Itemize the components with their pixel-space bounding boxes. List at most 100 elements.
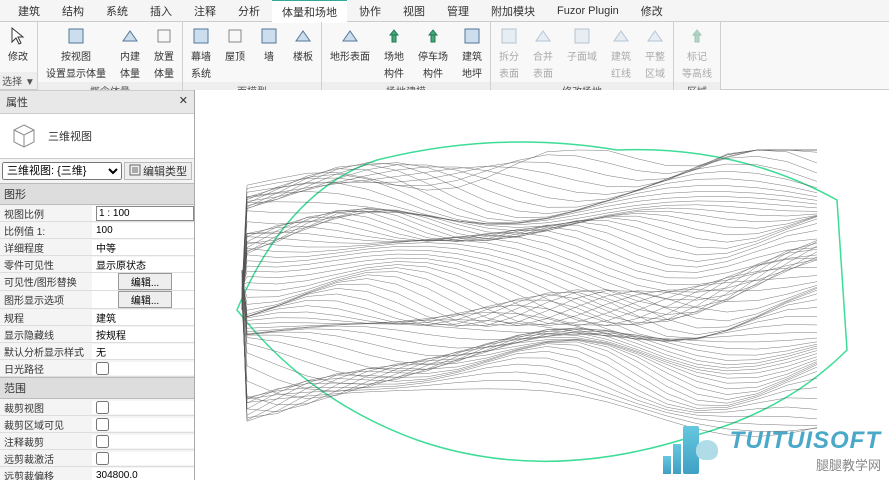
ribbon-tab[interactable]: 管理 bbox=[437, 0, 479, 22]
modify-button[interactable]: 修改 bbox=[4, 24, 32, 65]
property-label: 零件可见性 bbox=[0, 257, 92, 272]
ribbon-button[interactable]: 楼板 bbox=[289, 24, 317, 82]
tool-icon bbox=[154, 26, 174, 46]
property-row: 零件可见性 bbox=[0, 256, 194, 273]
property-label: 远剪裁偏移 bbox=[0, 468, 92, 481]
edit-type-button[interactable]: 编辑类型 bbox=[124, 162, 192, 180]
property-input[interactable] bbox=[96, 327, 194, 342]
property-value[interactable] bbox=[92, 435, 194, 448]
property-label: 裁剪视图 bbox=[0, 400, 92, 415]
type-selector-row: 三维视图: {三维} 编辑类型 bbox=[0, 159, 194, 183]
property-row: 比例值 1: bbox=[0, 222, 194, 239]
drawing-canvas[interactable]: TUITUISOFT 腿腿教学网 bbox=[195, 90, 889, 480]
ribbon-button[interactable]: 屋顶 bbox=[221, 24, 249, 82]
ribbon-tab[interactable]: 修改 bbox=[631, 0, 673, 22]
property-value[interactable] bbox=[92, 327, 194, 342]
ribbon-button[interactable]: 幕墙系统 bbox=[187, 24, 215, 82]
property-value[interactable]: 编辑... bbox=[92, 291, 194, 308]
panel-label-select[interactable]: 选择 ▼ bbox=[0, 72, 37, 89]
property-value[interactable] bbox=[92, 401, 194, 414]
property-label: 远剪裁激活 bbox=[0, 451, 92, 466]
property-row: 裁剪区域可见 bbox=[0, 416, 194, 433]
type-selector[interactable]: 三维视图: {三维} bbox=[2, 162, 122, 180]
property-label: 比例值 1: bbox=[0, 223, 92, 238]
tool-icon bbox=[572, 26, 592, 46]
tool-icon bbox=[340, 26, 360, 46]
edit-button[interactable]: 编辑... bbox=[118, 291, 172, 308]
close-icon[interactable]: ✕ bbox=[179, 94, 188, 110]
ribbon-tab[interactable]: 系统 bbox=[96, 0, 138, 22]
ribbon-tab[interactable]: 体量和场地 bbox=[272, 0, 347, 23]
property-label: 日光路径 bbox=[0, 361, 92, 376]
property-row: 详细程度 bbox=[0, 239, 194, 256]
ribbon-button[interactable]: 停车场构件 bbox=[414, 24, 452, 82]
tool-icon bbox=[687, 26, 707, 46]
ribbon-button[interactable]: 地形表面 bbox=[326, 24, 374, 82]
ribbon-tab[interactable]: 插入 bbox=[140, 0, 182, 22]
property-checkbox[interactable] bbox=[96, 418, 109, 431]
property-input[interactable] bbox=[96, 468, 194, 481]
property-value[interactable] bbox=[92, 452, 194, 465]
tool-icon bbox=[499, 26, 519, 46]
properties-title: 属性 bbox=[6, 94, 28, 110]
tool-icon bbox=[423, 26, 443, 46]
property-value[interactable] bbox=[92, 362, 194, 375]
property-input[interactable] bbox=[96, 206, 194, 221]
ribbon-panel: 修改 选择 ▼ 按视图设置显示体量内建体量放置体量概念体量幕墙系统屋顶墙楼板面模… bbox=[0, 22, 889, 90]
property-value[interactable] bbox=[92, 418, 194, 431]
ribbon-tab[interactable]: 结构 bbox=[52, 0, 94, 22]
property-checkbox[interactable] bbox=[96, 362, 109, 375]
property-label: 注释裁剪 bbox=[0, 434, 92, 449]
tool-icon bbox=[191, 26, 211, 46]
property-checkbox[interactable] bbox=[96, 435, 109, 448]
view-3d-icon bbox=[10, 122, 38, 150]
ribbon-tab[interactable]: 建筑 bbox=[8, 0, 50, 22]
properties-head[interactable]: 三维视图 bbox=[0, 114, 194, 159]
property-value[interactable] bbox=[92, 310, 194, 325]
property-input[interactable] bbox=[96, 223, 194, 238]
property-row: 远剪裁激活 bbox=[0, 450, 194, 467]
property-value[interactable] bbox=[92, 468, 194, 481]
ribbon-button[interactable]: 放置体量 bbox=[150, 24, 178, 82]
property-label: 图形显示选项 bbox=[0, 292, 92, 307]
property-row: 视图比例 bbox=[0, 205, 194, 222]
property-value[interactable]: 编辑... bbox=[92, 273, 194, 290]
tool-icon bbox=[120, 26, 140, 46]
properties-rows: 图形视图比例比例值 1:详细程度零件可见性可见性/图形替换编辑...图形显示选项… bbox=[0, 183, 194, 480]
property-input[interactable] bbox=[96, 344, 194, 359]
tool-icon bbox=[384, 26, 404, 46]
ribbon-button[interactable]: 内建体量 bbox=[116, 24, 144, 82]
ribbon-button[interactable]: 墙 bbox=[255, 24, 283, 82]
property-value[interactable] bbox=[92, 344, 194, 359]
ribbon-tab[interactable]: 注释 bbox=[184, 0, 226, 22]
property-label: 可见性/图形替换 bbox=[0, 274, 92, 289]
ribbon-button[interactable]: 建筑地坪 bbox=[458, 24, 486, 82]
property-row: 显示隐藏线 bbox=[0, 326, 194, 343]
ribbon-button[interactable]: 按视图设置显示体量 bbox=[42, 24, 110, 82]
property-value[interactable] bbox=[92, 240, 194, 255]
tool-icon bbox=[645, 26, 665, 46]
ribbon-tab[interactable]: 分析 bbox=[228, 0, 270, 22]
ribbon-tab[interactable]: 附加模块 bbox=[481, 0, 545, 22]
edit-button[interactable]: 编辑... bbox=[118, 273, 172, 290]
ribbon-tab[interactable]: 协作 bbox=[349, 0, 391, 22]
property-label: 视图比例 bbox=[0, 206, 92, 221]
property-input[interactable] bbox=[96, 240, 194, 255]
property-input[interactable] bbox=[96, 257, 194, 272]
property-label: 规程 bbox=[0, 310, 92, 325]
ribbon-button: 子面域 bbox=[563, 24, 601, 82]
watermark: TUITUISOFT 腿腿教学网 bbox=[662, 426, 881, 474]
property-value[interactable] bbox=[92, 206, 194, 221]
property-checkbox[interactable] bbox=[96, 452, 109, 465]
property-value[interactable] bbox=[92, 223, 194, 238]
property-value[interactable] bbox=[92, 257, 194, 272]
properties-panel: 属性 ✕ 三维视图 三维视图: {三维} 编辑类型 图形视图比例比例值 1:详细… bbox=[0, 90, 195, 480]
ribbon-button: 平整区域 bbox=[641, 24, 669, 82]
property-row: 裁剪视图 bbox=[0, 399, 194, 416]
ribbon-tab[interactable]: Fuzor Plugin bbox=[547, 2, 629, 20]
property-input[interactable] bbox=[96, 310, 194, 325]
property-checkbox[interactable] bbox=[96, 401, 109, 414]
property-row: 图形显示选项 编辑... bbox=[0, 291, 194, 309]
ribbon-tab[interactable]: 视图 bbox=[393, 0, 435, 22]
ribbon-button[interactable]: 场地构件 bbox=[380, 24, 408, 82]
